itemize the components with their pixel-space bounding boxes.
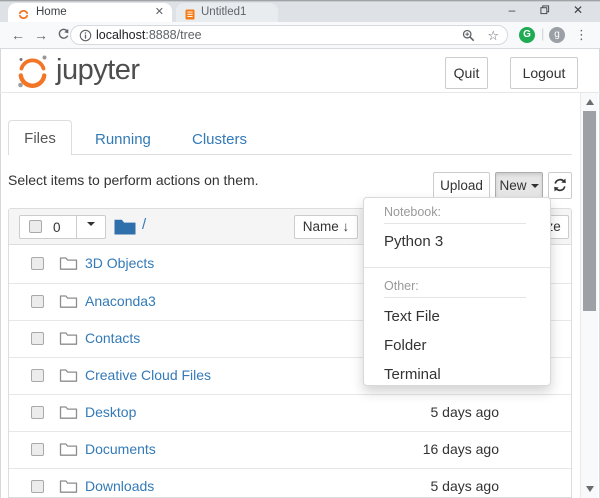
grammarly-icon[interactable]: G (519, 27, 535, 43)
table-row[interactable]: Desktop 5 days ago (9, 394, 571, 431)
menu-item-python3[interactable]: Python 3 (364, 224, 550, 259)
last-modified: 5 days ago (379, 478, 499, 494)
select-all-button[interactable]: 0 (19, 215, 77, 239)
toolbar-divider (0, 48, 600, 49)
folder-outline-icon (59, 294, 78, 314)
folder-outline-icon (59, 479, 78, 498)
folder-outline-icon (59, 442, 78, 462)
sort-arrow-icon: ↓ (343, 219, 350, 234)
upload-button[interactable]: Upload (433, 172, 490, 199)
tab-strip: Home ✕ Untitled1 – ✕ (0, 0, 600, 22)
tab-running[interactable]: Running (95, 131, 151, 148)
avatar[interactable]: g (549, 27, 565, 43)
last-modified: 16 days ago (379, 441, 499, 457)
menu-header-notebook: Notebook: (384, 202, 526, 224)
jupyter-logo[interactable] (14, 52, 50, 95)
minimize-icon[interactable]: – (505, 1, 519, 19)
tab-untitled1[interactable]: Untitled1 (176, 3, 278, 22)
back-icon[interactable]: ← (11, 22, 25, 48)
info-icon[interactable] (79, 29, 92, 47)
file-link[interactable]: Anaconda3 (85, 293, 156, 309)
refresh-button[interactable] (548, 172, 572, 199)
scrollbar-thumb[interactable] (583, 111, 596, 311)
file-link[interactable]: Downloads (85, 478, 154, 494)
caret-down-icon (531, 184, 539, 188)
toolbar-separator: | (541, 26, 544, 41)
file-link[interactable]: Creative Cloud Files (85, 367, 211, 383)
table-row[interactable]: Downloads 5 days ago (9, 468, 571, 498)
tab-title: Untitled1 (201, 3, 246, 22)
menu-header-other: Other: (384, 276, 526, 298)
browser-window: Home ✕ Untitled1 – ✕ ← → (0, 0, 600, 498)
breadcrumb-folder-icon[interactable] (113, 218, 137, 241)
folder-outline-icon (59, 256, 78, 276)
breadcrumb[interactable]: / (142, 216, 146, 233)
row-checkbox[interactable] (31, 406, 44, 419)
menu-dots-icon[interactable]: ⋮ (575, 22, 588, 48)
action-message: Select items to perform actions on them. (8, 172, 259, 188)
folder-outline-icon (59, 331, 78, 351)
tab-files[interactable]: Files (8, 120, 72, 155)
last-modified: 5 days ago (379, 404, 499, 420)
tab-close-icon[interactable]: ✕ (155, 3, 164, 22)
sort-name-button[interactable]: Name ↓ (294, 215, 358, 239)
menu-divider (364, 267, 550, 268)
logout-button[interactable]: Logout (510, 57, 578, 89)
menu-item-text-file[interactable]: Text File (364, 302, 550, 331)
zoom-icon[interactable] (462, 29, 475, 47)
file-link[interactable]: Desktop (85, 404, 136, 420)
folder-outline-icon (59, 368, 78, 388)
table-row[interactable]: Documents 16 days ago (9, 431, 571, 468)
file-link[interactable]: Contacts (85, 330, 140, 346)
new-button[interactable]: New (495, 172, 543, 199)
refresh-icon (553, 180, 567, 195)
menu-item-terminal[interactable]: Terminal (364, 360, 550, 389)
select-dropdown-button[interactable] (76, 215, 106, 239)
address-bar[interactable]: localhost:8888/tree ☆ (70, 25, 508, 45)
star-icon[interactable]: ☆ (487, 26, 499, 46)
row-checkbox[interactable] (31, 332, 44, 345)
forward-icon[interactable]: → (34, 22, 48, 48)
scroll-up-icon[interactable] (586, 99, 594, 105)
window-close-icon[interactable]: ✕ (571, 1, 585, 19)
nav-tabs-border (8, 154, 572, 155)
select-all-checkbox[interactable] (29, 220, 42, 233)
browser-toolbar: ← → localhost:8888/tree (0, 22, 600, 48)
quit-button[interactable]: Quit (445, 57, 488, 89)
reload-icon[interactable] (57, 28, 70, 46)
file-link[interactable]: Documents (85, 441, 156, 457)
header-divider (0, 92, 600, 93)
selected-count: 0 (53, 216, 61, 240)
tab-title: Home (36, 3, 67, 22)
page-scrollbar[interactable] (580, 93, 598, 498)
new-dropdown-menu: Notebook: Python 3 Other: Text File Fold… (363, 197, 551, 386)
row-checkbox[interactable] (31, 369, 44, 382)
scroll-down-icon[interactable] (586, 486, 594, 492)
row-checkbox[interactable] (31, 480, 44, 493)
row-checkbox[interactable] (31, 443, 44, 456)
row-checkbox[interactable] (31, 257, 44, 270)
menu-item-folder[interactable]: Folder (364, 331, 550, 360)
tab-clusters[interactable]: Clusters (192, 131, 247, 148)
folder-outline-icon (59, 405, 78, 425)
restore-icon[interactable] (538, 1, 552, 19)
row-checkbox[interactable] (31, 295, 44, 308)
file-link[interactable]: 3D Objects (85, 255, 154, 271)
url-text: localhost:8888/tree (96, 26, 202, 45)
caret-down-icon (87, 222, 95, 226)
logo-text: jupyter (56, 54, 140, 87)
tab-home[interactable]: Home ✕ (8, 3, 172, 22)
